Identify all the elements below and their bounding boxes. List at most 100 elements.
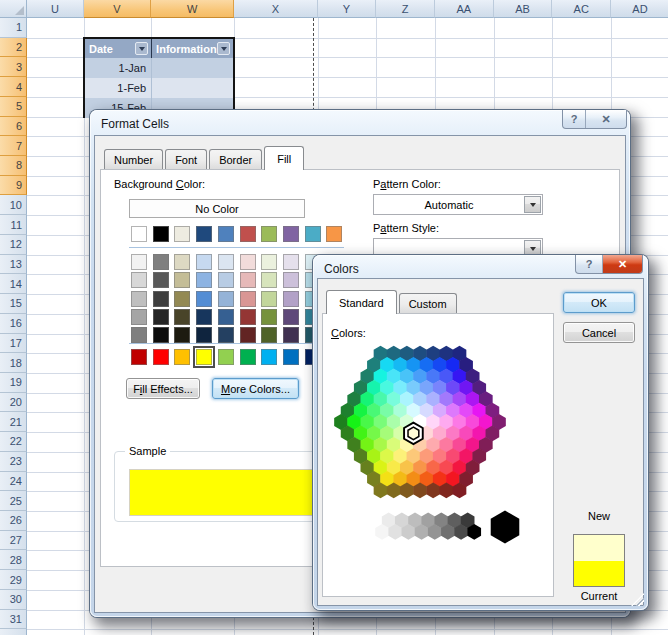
- palette-swatch[interactable]: [240, 327, 256, 343]
- table-header-information[interactable]: Information: [151, 39, 233, 59]
- row-header-25[interactable]: 25: [0, 491, 27, 511]
- chevron-down-icon[interactable]: [524, 196, 541, 213]
- row-header-11[interactable]: 11: [0, 215, 27, 235]
- filter-dropdown-icon[interactable]: [135, 42, 148, 55]
- tab-border[interactable]: Border: [209, 149, 262, 169]
- filter-dropdown-icon[interactable]: [217, 42, 230, 55]
- palette-swatch[interactable]: [131, 291, 147, 307]
- row-header-2[interactable]: 2: [0, 38, 27, 58]
- palette-swatch[interactable]: [218, 309, 234, 325]
- palette-swatch[interactable]: [131, 254, 147, 270]
- row-header-29[interactable]: 29: [0, 570, 27, 590]
- palette-swatch[interactable]: [131, 327, 147, 343]
- palette-swatch[interactable]: [174, 309, 190, 325]
- palette-swatch[interactable]: [240, 309, 256, 325]
- palette-swatch[interactable]: [153, 349, 169, 365]
- row-header-15[interactable]: 15: [0, 294, 27, 314]
- palette-swatch[interactable]: [283, 309, 299, 325]
- palette-swatch[interactable]: [261, 349, 277, 365]
- table-cell[interactable]: 1-Feb: [85, 78, 151, 98]
- column-header-Y[interactable]: Y: [318, 0, 377, 18]
- row-header-4[interactable]: 4: [0, 77, 27, 97]
- palette-swatch[interactable]: [283, 327, 299, 343]
- tab-fill[interactable]: Fill: [264, 146, 304, 170]
- row-header-8[interactable]: 8: [0, 156, 27, 176]
- column-header-AC[interactable]: AC: [552, 0, 611, 18]
- palette-swatch[interactable]: [218, 291, 234, 307]
- palette-swatch[interactable]: [131, 226, 147, 242]
- palette-swatch[interactable]: [153, 254, 169, 270]
- row-header-6[interactable]: 6: [0, 117, 27, 137]
- row-header-20[interactable]: 20: [0, 393, 27, 413]
- palette-swatch[interactable]: [218, 327, 234, 343]
- row-header-31[interactable]: 31: [0, 610, 27, 630]
- no-color-button[interactable]: No Color: [129, 199, 305, 218]
- palette-swatch[interactable]: [131, 309, 147, 325]
- palette-swatch[interactable]: [196, 226, 212, 242]
- palette-swatch[interactable]: [153, 309, 169, 325]
- palette-swatch[interactable]: [196, 349, 212, 365]
- palette-swatch[interactable]: [174, 272, 190, 288]
- tab-custom[interactable]: Custom: [399, 293, 457, 313]
- palette-swatch[interactable]: [283, 272, 299, 288]
- select-all-corner[interactable]: [0, 0, 27, 18]
- row-header-10[interactable]: 10: [0, 195, 27, 215]
- palette-swatch[interactable]: [261, 272, 277, 288]
- row-header-3[interactable]: 3: [0, 57, 27, 77]
- table-header-date[interactable]: Date: [85, 39, 151, 59]
- row-header-22[interactable]: 22: [0, 432, 27, 452]
- palette-swatch[interactable]: [283, 349, 299, 365]
- row-header-23[interactable]: 23: [0, 452, 27, 472]
- palette-swatch[interactable]: [196, 254, 212, 270]
- palette-swatch[interactable]: [240, 226, 256, 242]
- black-hex-swatch[interactable]: [491, 511, 520, 544]
- palette-swatch[interactable]: [174, 327, 190, 343]
- palette-swatch[interactable]: [261, 291, 277, 307]
- palette-swatch[interactable]: [153, 272, 169, 288]
- palette-swatch[interactable]: [326, 226, 342, 242]
- palette-swatch[interactable]: [153, 226, 169, 242]
- palette-swatch[interactable]: [218, 349, 234, 365]
- palette-swatch[interactable]: [261, 309, 277, 325]
- palette-swatch[interactable]: [283, 291, 299, 307]
- palette-swatch[interactable]: [240, 291, 256, 307]
- palette-swatch[interactable]: [196, 327, 212, 343]
- tab-font[interactable]: Font: [165, 149, 207, 169]
- palette-swatch[interactable]: [261, 254, 277, 270]
- column-header-U[interactable]: U: [27, 0, 84, 18]
- row-header-1[interactable]: 1: [0, 18, 27, 38]
- column-header-W[interactable]: W: [151, 0, 234, 18]
- palette-swatch[interactable]: [305, 226, 321, 242]
- palette-swatch[interactable]: [218, 272, 234, 288]
- column-header-AD[interactable]: AD: [611, 0, 668, 18]
- cancel-button[interactable]: Cancel: [563, 322, 635, 343]
- palette-swatch[interactable]: [174, 226, 190, 242]
- column-header-AA[interactable]: AA: [435, 0, 494, 18]
- palette-swatch[interactable]: [131, 272, 147, 288]
- column-header-X[interactable]: X: [234, 0, 317, 18]
- palette-swatch[interactable]: [240, 272, 256, 288]
- row-header-28[interactable]: 28: [0, 550, 27, 570]
- column-header-Z[interactable]: Z: [376, 0, 435, 18]
- help-icon[interactable]: ?: [576, 255, 602, 273]
- palette-swatch[interactable]: [283, 226, 299, 242]
- palette-swatch[interactable]: [196, 272, 212, 288]
- palette-swatch[interactable]: [196, 291, 212, 307]
- row-header-32[interactable]: 32: [0, 629, 27, 635]
- tab-standard[interactable]: Standard: [326, 290, 397, 314]
- more-colors-button[interactable]: More Colors...: [212, 378, 299, 399]
- palette-swatch[interactable]: [218, 226, 234, 242]
- tab-number[interactable]: Number: [104, 149, 163, 169]
- close-icon[interactable]: ✕: [602, 255, 642, 273]
- row-header-19[interactable]: 19: [0, 373, 27, 393]
- column-header-V[interactable]: V: [84, 0, 151, 18]
- fill-effects-button[interactable]: Fill Effects...: [126, 378, 200, 399]
- row-header-24[interactable]: 24: [0, 472, 27, 492]
- row-header-17[interactable]: 17: [0, 334, 27, 354]
- palette-swatch[interactable]: [153, 291, 169, 307]
- palette-swatch[interactable]: [153, 327, 169, 343]
- row-header-13[interactable]: 13: [0, 255, 27, 275]
- palette-swatch[interactable]: [196, 309, 212, 325]
- table-cell[interactable]: [151, 78, 233, 98]
- row-header-9[interactable]: 9: [0, 176, 27, 196]
